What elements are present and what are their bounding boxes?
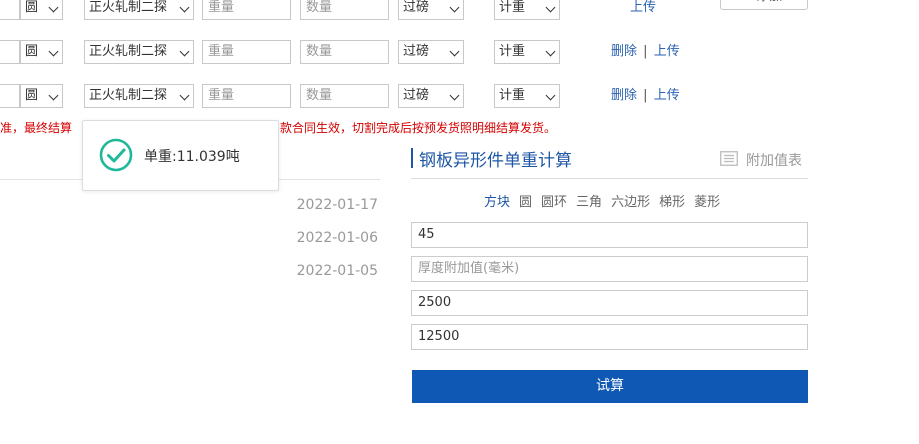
form-row-2: 圆 正火轧制二探 重量 数量 过磅 计重 删除 | 上传	[0, 40, 919, 64]
shape-select[interactable]: 圆	[20, 40, 63, 64]
tab-hexagon[interactable]: 六边形	[611, 191, 650, 210]
weigh-method-value: 过磅	[403, 44, 430, 59]
weight-placeholder: 重量	[208, 0, 235, 15]
tab-triangle[interactable]: 三角	[576, 191, 602, 210]
form-row-1: 圆 正火轧制二探 重量 数量 过磅 计重 上传 +添加	[0, 0, 919, 20]
settlement-notice: 准，最终结算	[0, 119, 72, 136]
thickness-extra-input[interactable]: 厚度附加值(毫米)	[411, 256, 808, 282]
measure-select[interactable]: 计重	[494, 0, 560, 20]
measure-value: 计重	[499, 0, 526, 15]
process-select-value: 正火轧制二探	[89, 88, 168, 103]
tab-trapezoid[interactable]: 梯形	[659, 191, 685, 210]
measure-select[interactable]: 计重	[494, 84, 560, 108]
tab-ring[interactable]: 圆环	[541, 191, 567, 210]
extra-value-table-link[interactable]: 附加值表	[746, 150, 802, 170]
chevron-down-icon	[545, 2, 556, 13]
tab-rhombus[interactable]: 菱形	[694, 191, 720, 210]
delete-link[interactable]: 删除	[611, 88, 637, 103]
chevron-down-icon	[179, 2, 190, 13]
chevron-down-icon	[449, 90, 460, 101]
row-actions: 删除 | 上传	[611, 40, 680, 64]
chevron-down-icon	[48, 2, 59, 13]
weigh-method-value: 过磅	[403, 0, 430, 15]
upload-link[interactable]: 上传	[630, 0, 656, 15]
process-select[interactable]: 正火轧制二探	[84, 0, 194, 20]
row-prefix-field[interactable]	[0, 0, 20, 20]
measure-select[interactable]: 计重	[494, 40, 560, 64]
quantity-input[interactable]: 数量	[300, 40, 389, 64]
row-actions: 删除 | 上传	[611, 84, 680, 108]
shape-select-value: 圆	[25, 88, 39, 103]
measure-value: 计重	[499, 88, 526, 103]
chevron-down-icon	[545, 90, 556, 101]
calculate-button[interactable]: 试算	[412, 370, 808, 403]
row-prefix-field[interactable]	[0, 40, 20, 64]
result-toast: 单重:11.039吨	[82, 120, 279, 191]
chevron-down-icon	[449, 2, 460, 13]
upload-link[interactable]: 上传	[654, 44, 680, 59]
settlement-notice-left: 准，最终结算	[0, 121, 73, 135]
weigh-method-select[interactable]: 过磅	[398, 84, 464, 108]
quantity-input[interactable]: 数量	[300, 84, 389, 108]
process-select-value: 正火轧制二探	[89, 44, 168, 59]
panel-divider	[411, 178, 808, 179]
quantity-placeholder: 数量	[306, 88, 333, 103]
chevron-down-icon	[48, 46, 59, 57]
process-select-value: 正火轧制二探	[89, 0, 168, 15]
table-icon	[720, 151, 738, 166]
tab-circle[interactable]: 圆	[519, 191, 532, 210]
list-date: 2022-01-17	[296, 197, 378, 213]
shape-select[interactable]: 圆	[20, 0, 63, 20]
shape-tabs: 方块圆圆环 三角 六边形 梯形 菱形	[484, 191, 729, 210]
weight-input[interactable]: 重量	[202, 0, 291, 20]
link-separator: |	[643, 44, 648, 59]
settlement-notice-right: 款合同生效，切割完成后按预发货照明细结算发货。	[280, 121, 557, 135]
weight-input[interactable]: 重量	[202, 40, 291, 64]
length-input[interactable]: 12500	[411, 324, 808, 350]
upload-link[interactable]: 上传	[654, 88, 680, 103]
weight-placeholder: 重量	[208, 88, 235, 103]
shape-select[interactable]: 圆	[20, 84, 63, 108]
chevron-down-icon	[179, 90, 190, 101]
measure-value: 计重	[499, 44, 526, 59]
chevron-down-icon	[449, 46, 460, 57]
chevron-down-icon	[48, 90, 59, 101]
thickness-input[interactable]: 45	[411, 222, 808, 248]
row-actions: 上传	[630, 0, 656, 20]
weigh-method-select[interactable]: 过磅	[398, 0, 464, 20]
chevron-down-icon	[545, 46, 556, 57]
add-row-button[interactable]: +添加	[720, 0, 808, 10]
check-circle-icon	[99, 138, 133, 172]
calculator-title: 钢板异形件单重计算	[419, 151, 572, 171]
shape-select-value: 圆	[25, 44, 39, 59]
tab-square[interactable]: 方块	[484, 191, 510, 210]
chevron-down-icon	[179, 46, 190, 57]
toast-message: 单重:11.039吨	[144, 149, 240, 165]
link-separator: |	[643, 88, 648, 103]
title-accent-bar	[411, 148, 413, 168]
weight-placeholder: 重量	[208, 44, 235, 59]
shape-select-value: 圆	[25, 0, 39, 15]
settlement-notice-continued: 款合同生效，切割完成后按预发货照明细结算发货。	[280, 119, 556, 136]
list-date: 2022-01-06	[296, 230, 378, 246]
delete-link[interactable]: 删除	[611, 44, 637, 59]
row-prefix-field[interactable]	[0, 84, 20, 108]
form-row-3: 圆 正火轧制二探 重量 数量 过磅 计重 删除 | 上传	[0, 84, 919, 108]
process-select[interactable]: 正火轧制二探	[84, 84, 194, 108]
width-input[interactable]: 2500	[411, 290, 808, 316]
quantity-placeholder: 数量	[306, 44, 333, 59]
weigh-method-value: 过磅	[403, 88, 430, 103]
weigh-method-select[interactable]: 过磅	[398, 40, 464, 64]
weight-input[interactable]: 重量	[202, 84, 291, 108]
quantity-placeholder: 数量	[306, 0, 333, 15]
quantity-input[interactable]: 数量	[300, 0, 389, 20]
list-date: 2022-01-05	[296, 263, 378, 279]
process-select[interactable]: 正火轧制二探	[84, 40, 194, 64]
